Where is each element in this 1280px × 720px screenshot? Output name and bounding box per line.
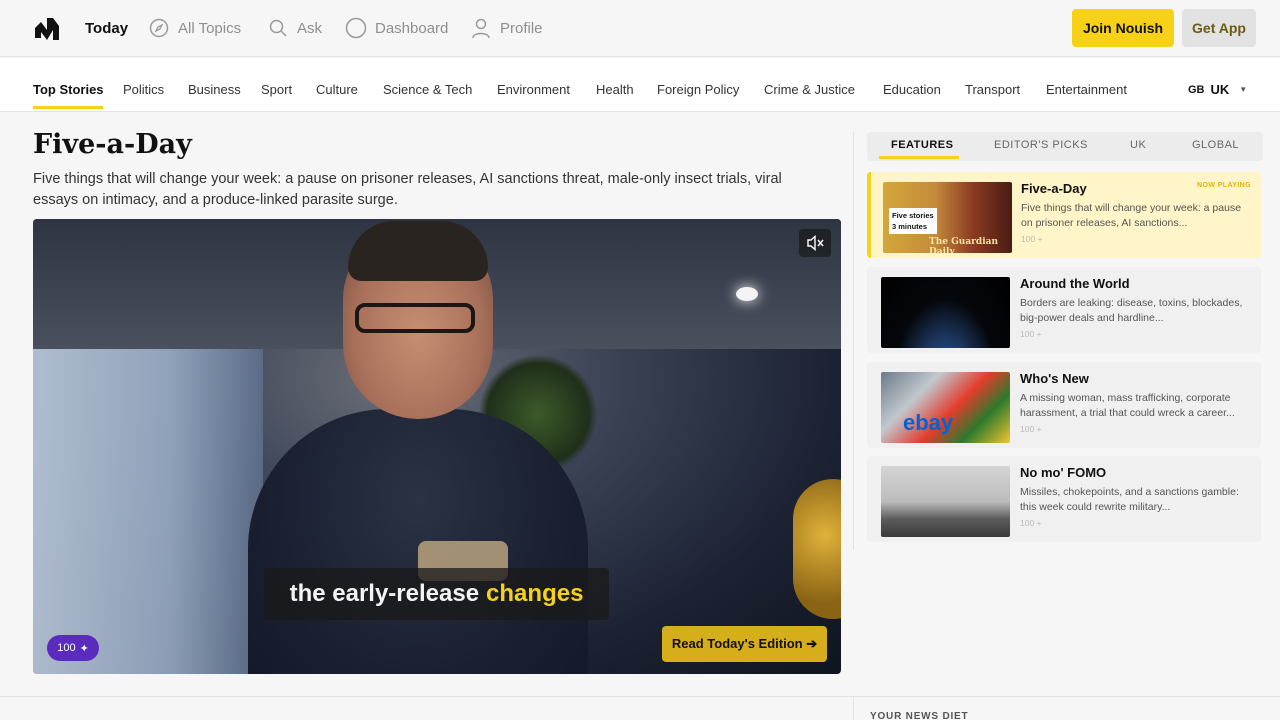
brand-logo-icon[interactable] <box>33 14 61 42</box>
user-icon <box>470 17 492 39</box>
get-app-button[interactable]: Get App <box>1182 9 1256 47</box>
nav-today-label: Today <box>85 19 129 37</box>
category-health[interactable]: Health <box>596 82 634 97</box>
points-badge: 100 ✦ <box>47 635 99 661</box>
feature-card-no-mo-fomo[interactable]: No mo' FOMO Missiles, chokepoints, and a… <box>867 456 1261 542</box>
nav-profile[interactable]: Profile <box>470 16 543 40</box>
category-environment[interactable]: Environment <box>497 82 570 97</box>
card-points: 100 + <box>1021 234 1043 244</box>
card-thumbnail <box>881 277 1010 348</box>
tab-global[interactable]: GLOBAL <box>1192 139 1239 151</box>
tab-uk[interactable]: UK <box>1130 139 1146 151</box>
video-frame-person-hair <box>348 221 488 281</box>
read-edition-button[interactable]: Read Today's Edition ➔ <box>662 626 827 662</box>
thumbnail-brand: The Guardian Daily <box>929 237 998 253</box>
region-flag: GB <box>1188 83 1205 96</box>
compass-icon <box>148 17 170 39</box>
category-sport[interactable]: Sport <box>261 82 292 97</box>
video-frame-window <box>33 349 263 674</box>
thumbnail-label-line-2: 3 minutes <box>892 222 928 231</box>
top-bar: Today All Topics Ask Dashboard Profile J… <box>0 0 1280 57</box>
points-value: 100 <box>57 642 76 654</box>
category-crime-justice[interactable]: Crime & Justice <box>764 82 855 97</box>
page-subtitle: Five things that will change your week: … <box>33 171 782 208</box>
thumbnail-brand: ebay <box>903 410 954 435</box>
card-title: Who's New <box>1020 371 1089 386</box>
category-science-tech[interactable]: Science & Tech <box>383 82 472 97</box>
section-divider <box>0 696 1280 697</box>
category-politics[interactable]: Politics <box>123 82 164 97</box>
search-icon <box>267 17 289 39</box>
tab-editors-picks[interactable]: EDITOR'S PICKS <box>994 139 1088 151</box>
category-top-stories[interactable]: Top Stories <box>33 82 104 97</box>
speaker-muted-icon <box>807 235 824 251</box>
caption-highlight: changes <box>486 580 584 607</box>
card-description: Borders are leaking: disease, toxins, bl… <box>1020 297 1243 324</box>
video-frame-lamp <box>736 287 758 301</box>
chevron-down-icon: ▼ <box>1239 85 1248 94</box>
card-thumbnail <box>881 466 1010 537</box>
nav-ask[interactable]: Ask <box>267 16 322 40</box>
nav-today[interactable]: Today <box>85 16 128 40</box>
category-culture[interactable]: Culture <box>316 82 358 97</box>
video-caption: the early-release changes <box>264 568 609 620</box>
category-education[interactable]: Education <box>883 82 941 97</box>
card-thumbnail: ebay <box>881 372 1010 443</box>
video-frame-glasses <box>355 303 475 333</box>
nav-dashboard[interactable]: Dashboard <box>345 16 448 40</box>
card-points: 100 + <box>1020 329 1042 339</box>
page-title: Five-a-Day <box>33 129 192 160</box>
active-category-underline <box>33 106 103 109</box>
video-player[interactable]: the early-release changes 100 ✦ Read Tod… <box>33 219 841 674</box>
card-points: 100 + <box>1020 518 1042 528</box>
sidebar-divider-bottom <box>853 697 854 720</box>
active-tab-underline <box>879 156 959 159</box>
category-business[interactable]: Business <box>188 82 241 97</box>
caption-text: the early-release <box>289 580 480 607</box>
video-frame-person-body <box>248 409 588 674</box>
nav-all-topics-label: All Topics <box>178 19 242 37</box>
thumbnail-label-line-1: Five stories <box>892 211 934 220</box>
join-button[interactable]: Join Nouish <box>1072 9 1174 47</box>
nav-profile-label: Profile <box>500 19 543 37</box>
sidebar-divider <box>853 132 854 550</box>
card-title: Around the World <box>1020 276 1130 291</box>
circle-icon <box>345 17 367 39</box>
category-bar: Top Stories Politics Business Sport Cult… <box>0 58 1280 112</box>
region-label: UK <box>1210 82 1230 97</box>
nav-ask-label: Ask <box>297 19 323 37</box>
feature-card-around-the-world[interactable]: Around the World Borders are leaking: di… <box>867 267 1261 353</box>
card-description: Five things that will change your week: … <box>1021 202 1242 229</box>
card-description: A missing woman, mass trafficking, corpo… <box>1020 392 1235 419</box>
category-transport[interactable]: Transport <box>965 82 1020 97</box>
now-playing-badge: NOW PLAYING <box>1197 182 1251 189</box>
video-frame-gold-object <box>793 479 841 619</box>
nav-all-topics[interactable]: All Topics <box>148 16 241 40</box>
card-description: Missiles, chokepoints, and a sanctions g… <box>1020 486 1239 513</box>
region-selector[interactable]: GB UK ▼ <box>1188 82 1247 97</box>
mute-button[interactable] <box>799 229 831 257</box>
card-title: No mo' FOMO <box>1020 465 1107 480</box>
category-foreign-policy[interactable]: Foreign Policy <box>657 82 739 97</box>
nav-dashboard-label: Dashboard <box>375 19 449 37</box>
card-title: Five-a-Day <box>1021 181 1087 196</box>
card-thumbnail: Five stories 3 minutes The Guardian Dail… <box>883 182 1012 253</box>
card-points: 100 + <box>1020 424 1042 434</box>
news-diet-heading: YOUR NEWS DIET <box>870 711 969 720</box>
thumbnail-label: Five stories 3 minutes <box>889 208 937 234</box>
feature-card-five-a-day[interactable]: Five stories 3 minutes The Guardian Dail… <box>867 172 1261 258</box>
tab-features[interactable]: FEATURES <box>891 139 953 151</box>
sparkle-icon: ✦ <box>79 642 89 655</box>
feature-card-whos-new[interactable]: ebay Who's New A missing woman, mass tra… <box>867 362 1261 448</box>
category-entertainment[interactable]: Entertainment <box>1046 82 1127 97</box>
